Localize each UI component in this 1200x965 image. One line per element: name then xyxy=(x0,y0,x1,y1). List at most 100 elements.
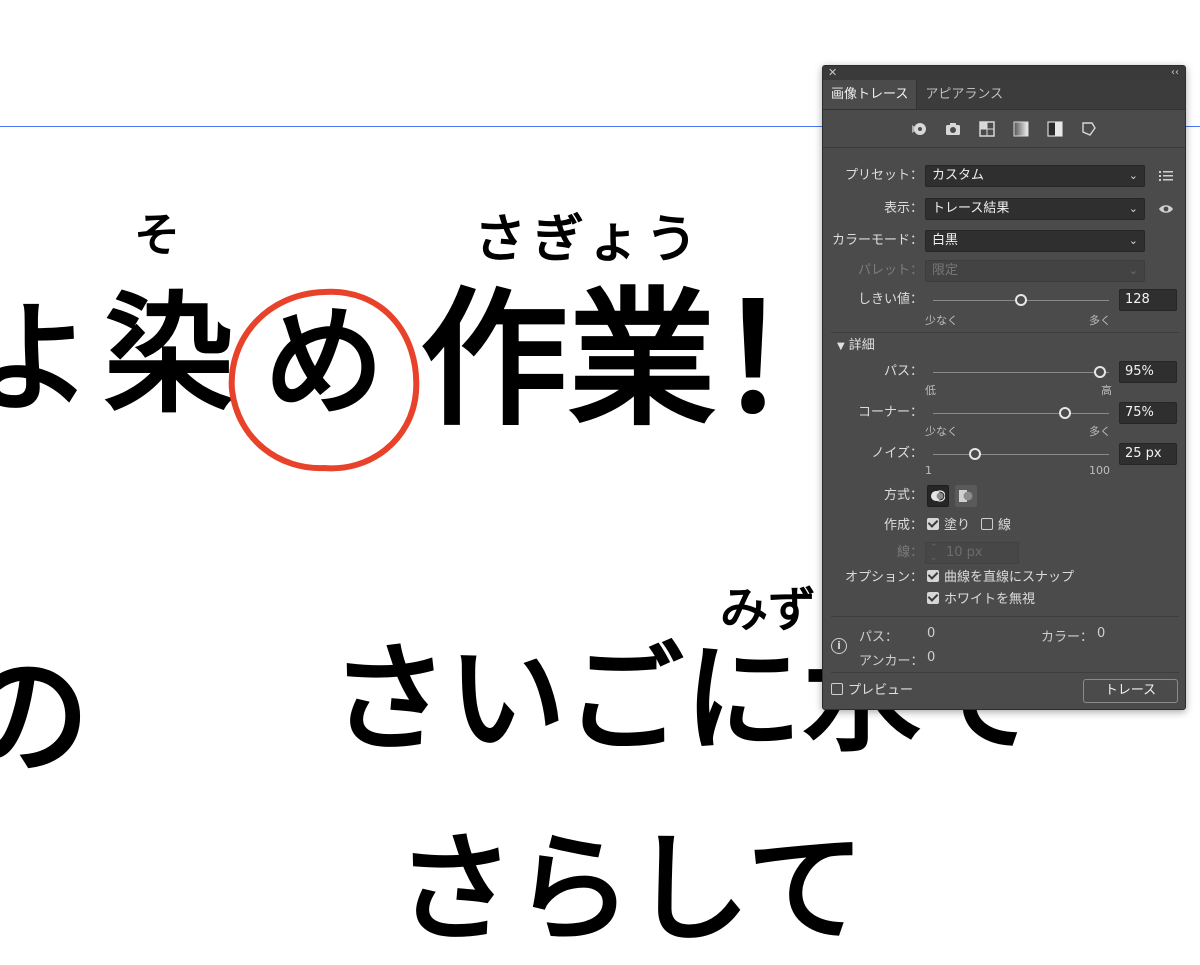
red-circle-annotation xyxy=(228,288,420,472)
preset-select[interactable]: カスタム ⌄ xyxy=(925,165,1145,187)
checkbox-checked-icon xyxy=(927,570,939,582)
chevron-down-icon: ⌄ xyxy=(1128,264,1138,277)
view-select[interactable]: トレース結果 ⌄ xyxy=(925,198,1145,220)
ignore-white-row: ホワイトを無視 xyxy=(823,588,1187,612)
stroke-label: 線： xyxy=(896,545,923,560)
ruby-sagyou: さぎょう xyxy=(474,210,704,270)
text-sagyou: 作業！ xyxy=(420,274,864,446)
text-no: の xyxy=(0,641,91,793)
stepper-icon: ⌃ ⌄ xyxy=(930,543,938,563)
auto-color-icon[interactable] xyxy=(909,119,929,139)
corners-slider[interactable] xyxy=(933,413,1109,414)
collapse-icon[interactable]: ‹‹ xyxy=(1171,66,1179,80)
close-icon[interactable]: ✕ xyxy=(828,66,837,80)
info-icon: i xyxy=(831,638,847,654)
overlapping-method-button[interactable] xyxy=(955,485,977,507)
corners-row: コーナー： 75% xyxy=(823,401,1187,425)
outline-icon[interactable] xyxy=(1079,119,1099,139)
threshold-label: しきい値： xyxy=(857,292,923,307)
preset-icon-row xyxy=(823,110,1185,148)
low-color-icon[interactable] xyxy=(977,119,997,139)
noise-input[interactable]: 25 px xyxy=(1119,443,1177,465)
options-label: オプション： xyxy=(844,570,923,585)
threshold-min-label: 少なく xyxy=(925,314,958,327)
threshold-max-label: 多く xyxy=(1089,314,1111,327)
palette-select: 限定 ⌄ xyxy=(925,260,1145,282)
tab-appearance[interactable]: アピアランス xyxy=(917,80,1011,109)
text-some: 染 xyxy=(104,279,235,431)
checkbox-unchecked-icon xyxy=(981,518,993,530)
stroke-row: 線： ⌃ ⌄ 10 px xyxy=(823,541,1187,565)
paths-max-label: 高 xyxy=(1101,384,1112,397)
ruby-so: そ xyxy=(134,208,180,262)
snap-curves-checkbox[interactable]: 曲線を直線にスナップ xyxy=(927,566,1074,590)
divider xyxy=(831,616,1179,617)
noise-min-label: 1 xyxy=(925,464,932,477)
fills-checkbox[interactable]: 塗り xyxy=(927,514,970,538)
corners-label: コーナー： xyxy=(857,405,923,420)
ignore-white-checkbox[interactable]: ホワイトを無視 xyxy=(927,588,1035,612)
text-yo: よ xyxy=(0,290,92,429)
view-row: 表示： トレース結果 ⌄ xyxy=(823,197,1187,221)
preview-checkbox[interactable]: プレビュー xyxy=(831,680,913,702)
black-white-icon[interactable] xyxy=(1045,119,1065,139)
noise-slider[interactable] xyxy=(933,454,1109,455)
stroke-width-input: ⌃ ⌄ 10 px xyxy=(925,542,1019,564)
paths-slider[interactable] xyxy=(933,372,1109,373)
info-paths-label: パス： xyxy=(859,630,899,645)
strokes-checkbox[interactable]: 線 xyxy=(981,514,1011,538)
panel-titlebar: ✕ ‹‹ xyxy=(823,66,1185,80)
checkbox-unchecked-icon xyxy=(831,683,843,695)
info-anchors-label: アンカー： xyxy=(859,654,924,669)
palette-row: パレット： 限定 ⌄ xyxy=(823,259,1187,283)
chevron-down-icon: ⌄ xyxy=(1128,234,1138,247)
eye-icon[interactable] xyxy=(1157,200,1175,218)
info-colors-label: カラー： xyxy=(1041,630,1094,645)
info-paths-value: 0 xyxy=(927,626,936,641)
trace-button[interactable]: トレース xyxy=(1083,679,1178,703)
tab-image-trace[interactable]: 画像トレース xyxy=(823,80,918,109)
noise-row: ノイズ： 25 px xyxy=(823,442,1187,466)
method-label: 方式： xyxy=(883,488,923,503)
panel-tabs: 画像トレース アピアランス xyxy=(823,80,1185,110)
paths-input[interactable]: 95% xyxy=(1119,361,1177,383)
paths-min-label: 低 xyxy=(925,384,936,397)
divider xyxy=(831,672,1179,673)
threshold-slider-knob[interactable] xyxy=(1015,294,1027,306)
method-row: 方式： xyxy=(823,484,1187,508)
paths-row: パス： 95% xyxy=(823,360,1187,384)
preset-row: プリセット： カスタム ⌄ xyxy=(823,164,1187,188)
corners-max-label: 多く xyxy=(1089,425,1111,438)
info-anchors-value: 0 xyxy=(927,650,936,665)
view-label: 表示： xyxy=(883,201,923,216)
noise-label: ノイズ： xyxy=(871,446,923,461)
grayscale-icon[interactable] xyxy=(1011,119,1031,139)
corners-slider-knob[interactable] xyxy=(1059,407,1071,419)
ruby-mizu: みず xyxy=(720,582,817,638)
create-label: 作成： xyxy=(883,518,923,533)
high-color-icon[interactable] xyxy=(943,119,963,139)
chevron-down-icon: ⌄ xyxy=(1128,169,1138,182)
mode-label: カラーモード： xyxy=(831,233,923,248)
disclosure-triangle-icon: ▼ xyxy=(837,341,845,352)
corners-input[interactable]: 75% xyxy=(1119,402,1177,424)
image-trace-panel: ✕ ‹‹ 画像トレース アピアランス プリセット： カスタム ⌄ 表示： トレー… xyxy=(822,65,1186,710)
info-colors-value: 0 xyxy=(1097,626,1106,641)
paths-slider-knob[interactable] xyxy=(1094,366,1107,378)
text-sarashite: さらして xyxy=(396,820,865,958)
advanced-toggle[interactable]: ▼ 詳細 xyxy=(837,334,875,353)
palette-label: パレット： xyxy=(857,263,923,278)
checkbox-checked-icon xyxy=(927,592,939,604)
corners-min-label: 少なく xyxy=(925,425,958,438)
abutting-method-button[interactable] xyxy=(927,485,949,507)
list-icon[interactable] xyxy=(1157,167,1175,185)
preset-label: プリセット： xyxy=(844,168,923,183)
chevron-down-icon: ⌄ xyxy=(1128,202,1138,215)
noise-slider-knob[interactable] xyxy=(969,448,982,460)
threshold-row: しきい値： 128 xyxy=(823,288,1187,312)
mode-row: カラーモード： 白黒 ⌄ xyxy=(823,229,1187,253)
checkbox-checked-icon xyxy=(927,518,939,530)
mode-select[interactable]: 白黒 ⌄ xyxy=(925,230,1145,252)
threshold-input[interactable]: 128 xyxy=(1119,289,1177,311)
noise-max-label: 100 xyxy=(1089,464,1110,477)
